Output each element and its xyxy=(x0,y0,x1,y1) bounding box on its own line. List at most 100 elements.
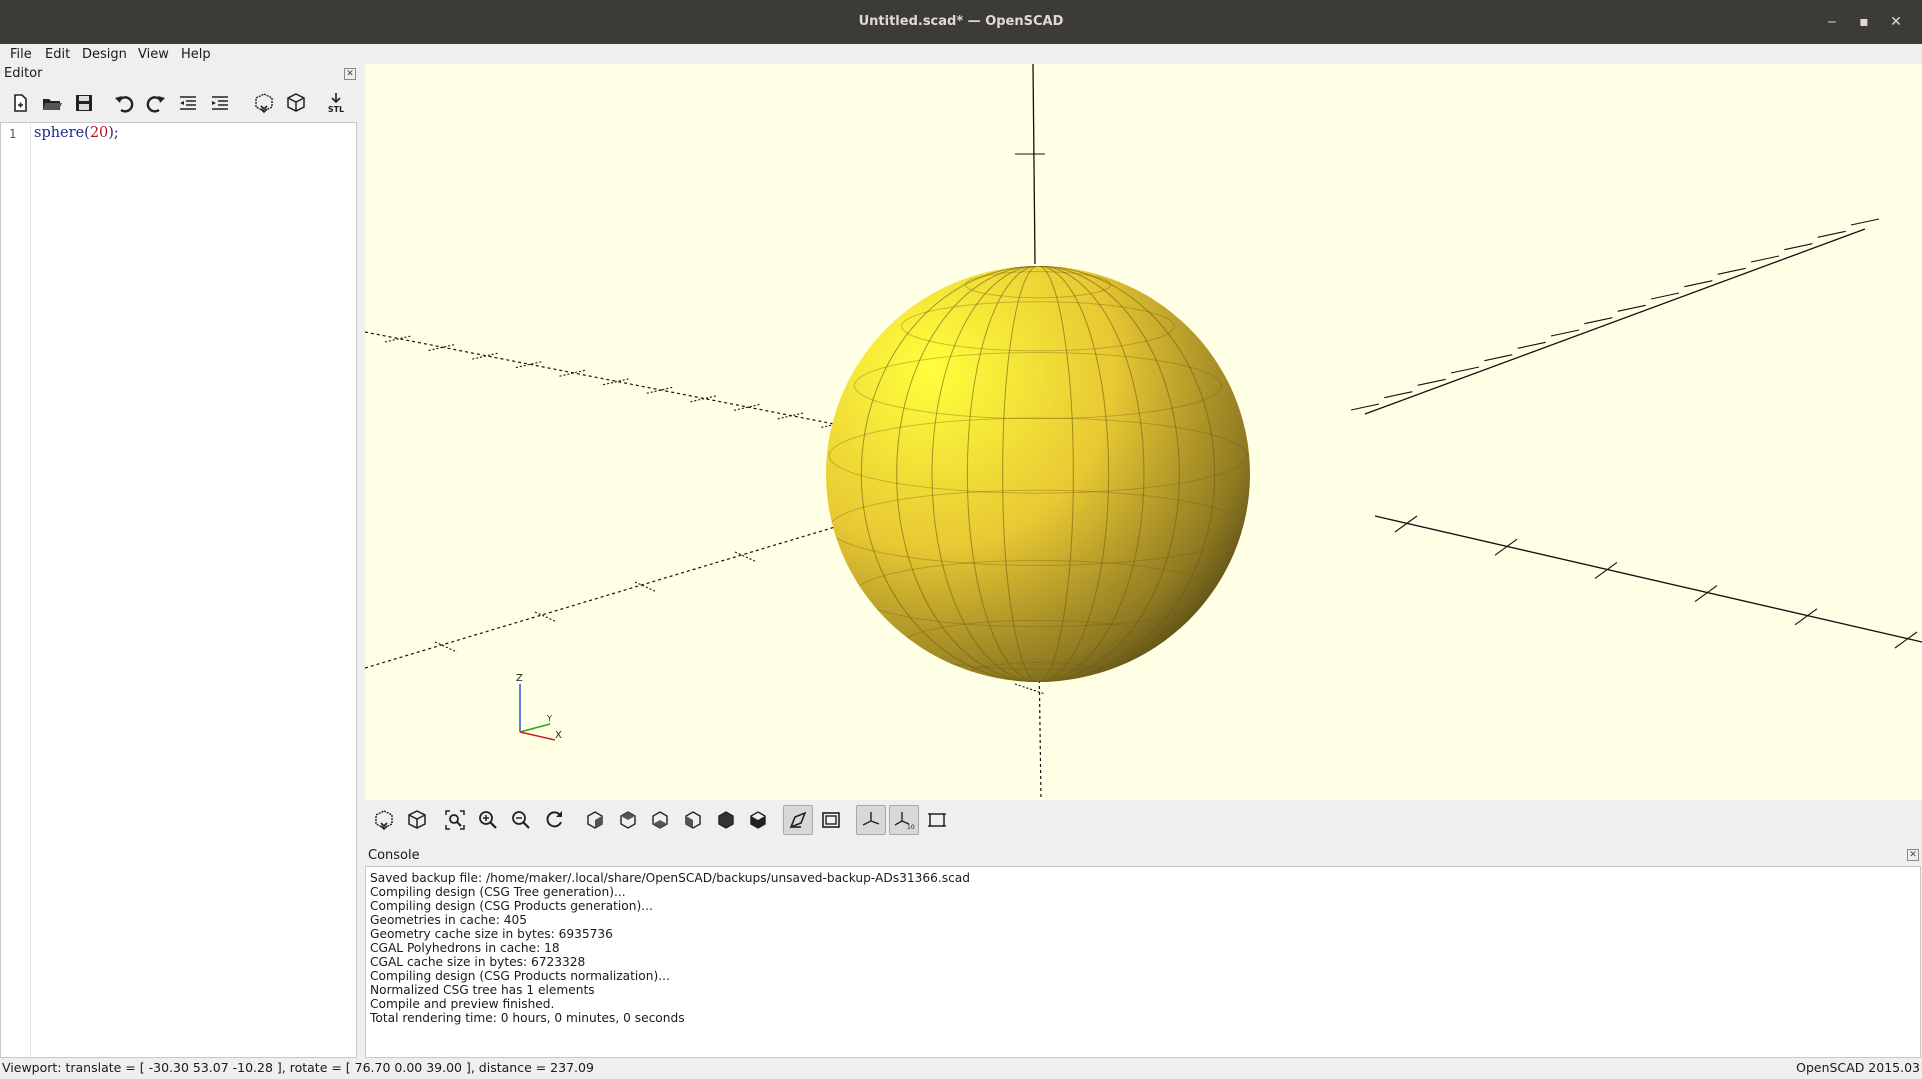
orthogonal-icon xyxy=(822,812,840,828)
console-line: Compiling design (CSG Products generatio… xyxy=(370,899,653,913)
undo-button[interactable] xyxy=(110,88,138,118)
orthogonal-button[interactable] xyxy=(816,805,846,835)
preview-button[interactable] xyxy=(250,88,278,118)
indent-button[interactable] xyxy=(206,88,234,118)
axis-tick xyxy=(1450,366,1480,374)
axis-tick xyxy=(1484,354,1513,362)
save-icon xyxy=(76,95,92,111)
axis-tick xyxy=(1517,341,1546,349)
show-scale-markers-button[interactable]: 10 xyxy=(889,805,919,835)
code-line[interactable]: sphere(20); xyxy=(34,125,119,141)
axis-tick xyxy=(1617,304,1646,312)
indent-icon xyxy=(212,96,228,110)
editor-title: Editor xyxy=(4,66,43,81)
save-button[interactable] xyxy=(70,88,98,118)
menu-edit[interactable]: Edit xyxy=(45,46,70,64)
view-left-icon xyxy=(685,811,701,829)
axis-indicator-y: Y xyxy=(546,714,552,723)
view-all-button[interactable] xyxy=(440,805,470,835)
axis-tick xyxy=(534,611,558,623)
minimize-button[interactable]: ‒ xyxy=(1820,10,1844,34)
menu-view[interactable]: View xyxy=(138,46,169,64)
axis-tick xyxy=(777,412,804,420)
axis-tick xyxy=(634,581,658,593)
redo-button[interactable] xyxy=(142,88,170,118)
view-back-icon xyxy=(750,811,766,829)
render-button[interactable] xyxy=(282,88,310,118)
redo-icon xyxy=(146,96,165,113)
y-axis-positive xyxy=(1364,228,1866,415)
console-line: Compiling design (CSG Products normaliza… xyxy=(370,969,670,983)
view-toolbar: 10 xyxy=(365,800,1922,840)
preview-icon xyxy=(375,810,393,831)
menu-design[interactable]: Design xyxy=(82,46,127,64)
reset-view-button[interactable] xyxy=(539,805,569,835)
window-title: Untitled.scad* — OpenSCAD xyxy=(858,14,1064,29)
console-line: Compile and preview finished. xyxy=(370,997,555,1011)
console-output[interactable]: Saved backup file: /home/maker/.local/sh… xyxy=(365,866,1921,1058)
console-line: Geometry cache size in bytes: 6935736 xyxy=(370,927,613,941)
view-top-icon xyxy=(620,811,636,829)
preview-view-button[interactable] xyxy=(369,805,399,835)
open-file-button[interactable] xyxy=(38,88,66,118)
svg-text:10: 10 xyxy=(907,824,915,831)
show-edges-button[interactable] xyxy=(922,805,952,835)
maximize-button[interactable]: ▪ xyxy=(1852,10,1876,34)
console-line: Normalized CSG tree has 1 elements xyxy=(370,983,595,997)
axis-tick xyxy=(1417,378,1446,386)
svg-text:STL: STL xyxy=(328,105,344,114)
show-axes-icon xyxy=(862,812,880,826)
menu-file[interactable]: File xyxy=(10,46,32,64)
view-front-button[interactable] xyxy=(711,805,741,835)
x-axis-positive xyxy=(1374,515,1922,643)
show-edges-icon xyxy=(928,813,946,827)
console-line: CGAL Polyhedrons in cache: 18 xyxy=(370,941,560,955)
show-axes-button[interactable] xyxy=(856,805,886,835)
reset-view-icon xyxy=(546,811,562,828)
console-line: CGAL cache size in bytes: 6723328 xyxy=(370,955,586,969)
view-back-button[interactable] xyxy=(743,805,773,835)
render-view-button[interactable] xyxy=(402,805,432,835)
view-left-button[interactable] xyxy=(678,805,708,835)
export-stl-button[interactable]: STL xyxy=(322,88,350,118)
status-bar: Viewport: translate = [ -30.30 53.07 -10… xyxy=(0,1058,1922,1079)
console-line: Total rendering time: 0 hours, 0 minutes… xyxy=(370,1011,685,1025)
axis-tick xyxy=(1850,218,1880,226)
zoom-in-button[interactable] xyxy=(473,805,503,835)
console-close-button[interactable]: ✕ xyxy=(1907,849,1919,861)
axis-tick xyxy=(1014,683,1046,695)
undo-icon xyxy=(115,96,134,113)
console-line: Compiling design (CSG Tree generation)..… xyxy=(370,885,626,899)
preview-icon xyxy=(255,93,273,114)
console-line: Saved backup file: /home/maker/.local/sh… xyxy=(370,871,970,885)
axis-tick xyxy=(1584,317,1613,325)
view-bottom-button[interactable] xyxy=(645,805,675,835)
editor-close-button[interactable]: ✕ xyxy=(344,68,356,80)
unindent-button[interactable] xyxy=(174,88,202,118)
zoom-out-button[interactable] xyxy=(506,805,536,835)
code-tail: ); xyxy=(108,125,119,141)
axis-indicator-x: X xyxy=(555,730,562,741)
axis-indicator: Z Y X xyxy=(516,673,562,741)
view-front-icon xyxy=(718,811,734,829)
new-file-button[interactable] xyxy=(6,88,34,118)
new-file-icon xyxy=(14,94,27,112)
close-button[interactable]: ✕ xyxy=(1884,10,1908,34)
axis-tick xyxy=(559,369,586,377)
perspective-button[interactable] xyxy=(783,805,813,835)
sphere-model xyxy=(826,266,1250,682)
export-stl-icon: STL xyxy=(328,93,344,114)
perspective-icon xyxy=(789,811,807,829)
open-file-icon xyxy=(43,99,62,110)
view-top-button[interactable] xyxy=(613,805,643,835)
axis-tick xyxy=(1817,230,1846,238)
axis-tick xyxy=(1384,391,1413,399)
view-right-button[interactable] xyxy=(580,805,610,835)
menu-help[interactable]: Help xyxy=(181,46,211,64)
console-line: Geometries in cache: 405 xyxy=(370,913,527,927)
axis-tick xyxy=(1684,280,1713,288)
axis-tick xyxy=(1494,538,1518,556)
code-editor[interactable]: 1 sphere(20); xyxy=(0,122,357,1058)
axis-tick xyxy=(646,386,673,394)
3d-viewport[interactable]: Z Y X xyxy=(365,64,1922,800)
